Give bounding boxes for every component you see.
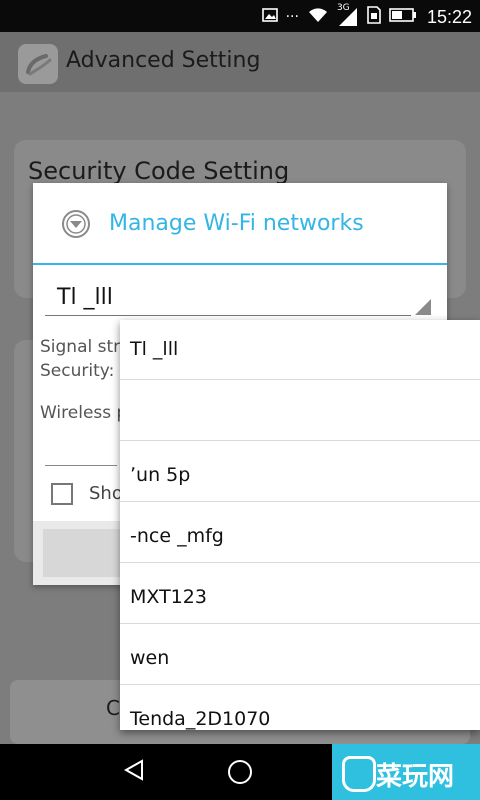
dialog-title: Manage Wi-Fi networks [109, 211, 364, 236]
spinner-underline [45, 315, 411, 316]
password-input[interactable] [45, 465, 117, 466]
divider [120, 684, 480, 685]
back-icon[interactable] [122, 758, 146, 786]
wifi-icon [307, 6, 329, 28]
clock: 15:22 [426, 6, 472, 27]
network-option-label: MXT123 [130, 586, 207, 608]
network-spinner[interactable]: Tl _lll [45, 283, 443, 317]
image-icon [261, 7, 278, 27]
app-logo-icon [18, 44, 58, 84]
security-label: Security: [40, 361, 115, 381]
security-code-title: Security Code Setting [28, 157, 290, 185]
divider [120, 623, 480, 624]
status-bar: ··· 3G 15:22 [0, 0, 480, 32]
bottom-button-label: C [106, 696, 120, 720]
spinner-arrow-icon [415, 299, 431, 315]
signal-strength-label: Signal stre [40, 337, 131, 357]
network-option-label: Tl _lll [130, 338, 179, 360]
app-title: Advanced Setting [66, 48, 261, 73]
divider [120, 440, 480, 441]
watermark-text: 菜玩网 [376, 762, 455, 792]
home-icon[interactable] [228, 760, 252, 784]
network-option[interactable] [120, 381, 480, 441]
dialog-header: Manage Wi-Fi networks [33, 183, 447, 263]
divider [120, 379, 480, 380]
status-icons: ··· 3G 15:22 [261, 3, 472, 28]
dialog-title-divider [33, 263, 447, 265]
selected-network: Tl _lll [57, 285, 113, 310]
network-option[interactable]: wen [120, 625, 480, 685]
network-option-label: Tenda_2D1070 [130, 708, 271, 730]
watermark-logo-icon [342, 756, 376, 792]
wifi-manage-icon [61, 209, 91, 239]
watermark: 菜玩网 [332, 744, 480, 800]
network-option-label: -nce _mfg [130, 525, 224, 547]
battery-icon [389, 7, 417, 27]
network-option[interactable]: Tenda_2D1070 [120, 686, 480, 730]
signal-icon: 3G [337, 3, 359, 26]
network-option[interactable]: Tl _lll [120, 320, 480, 380]
network-option[interactable]: ʼun 5p [120, 442, 480, 502]
show-password-checkbox[interactable] [51, 483, 73, 505]
show-password-label: Sho [89, 483, 123, 504]
divider [120, 501, 480, 502]
more-icon: ··· [285, 9, 299, 25]
network-option-label: wen [130, 647, 170, 669]
network-option[interactable]: MXT123 [120, 564, 480, 624]
wireless-password-label: Wireless p [40, 403, 128, 423]
divider [120, 562, 480, 563]
network-option[interactable]: -nce _mfg [120, 503, 480, 563]
network-option-label: ʼun 5p [130, 464, 191, 486]
sim-icon [367, 6, 381, 28]
network-dropdown: Tl _lll ʼun 5p -nce _mfg MXT123 wen Tend… [120, 320, 480, 730]
